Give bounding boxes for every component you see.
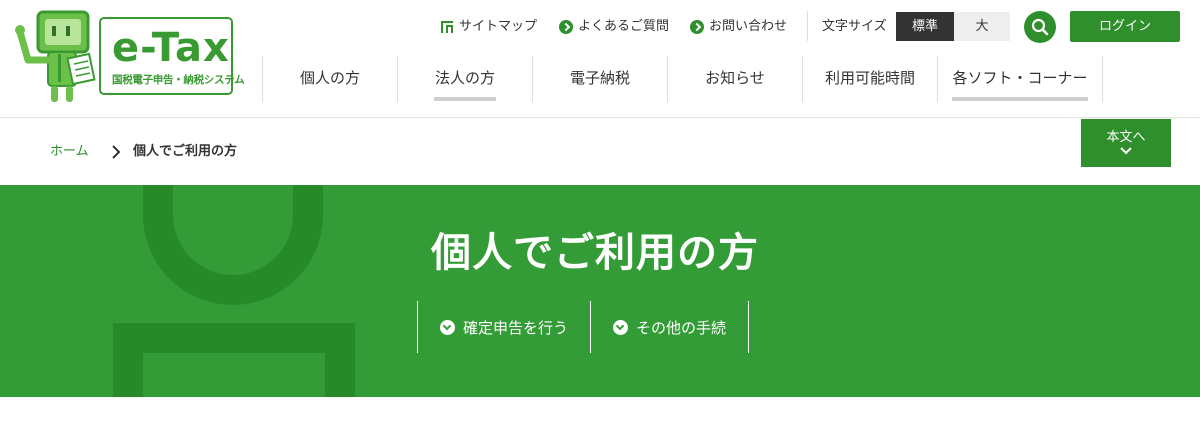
nav-individual[interactable]: 個人の方 (262, 56, 397, 102)
divider (807, 11, 808, 41)
nav-label: 電子納税 (569, 69, 630, 87)
font-size-large-button[interactable]: 大 (954, 12, 1010, 41)
global-nav: 個人の方 法人の方 電子納税 お知らせ 利用可能時間 各ソフト・コーナー (262, 56, 1200, 102)
hero-banner: 個人でご利用の方 確定申告を行う その他の手続 (0, 185, 1200, 397)
nav-label: 各ソフト・コーナー (952, 69, 1088, 87)
hero-anchor-links: 確定申告を行う その他の手続 (417, 301, 750, 353)
arrow-circle-icon (559, 20, 573, 34)
login-button[interactable]: ログイン (1070, 11, 1180, 42)
faq-link[interactable]: よくあるご質問 (559, 17, 669, 37)
font-size-standard-button[interactable]: 標準 (896, 12, 954, 41)
contact-link[interactable]: お問い合わせ (690, 17, 787, 37)
sitemap-link[interactable]: サイトマップ (440, 17, 537, 37)
nav-corporate[interactable]: 法人の方 (397, 56, 532, 102)
logo-subtitle: 国税電子申告・納税システム (112, 74, 245, 86)
person-silhouette-decoration (113, 185, 355, 397)
breadcrumb-home[interactable]: ホーム (50, 143, 89, 161)
search-button[interactable] (1024, 11, 1056, 43)
nav-label: 個人の方 (299, 69, 360, 87)
nav-software-corner[interactable]: 各ソフト・コーナー (937, 56, 1103, 102)
chevron-down-circle-icon (613, 319, 629, 335)
etax-logo[interactable]: e-Tax 国税電子申告・納税システム (14, 8, 245, 106)
utility-bar: サイトマップ よくあるご質問 お問い合わせ 文字サイズ 標準 大 ログイン (420, 11, 1200, 43)
breadcrumb: ホーム 個人でご利用の方 本文へ (0, 119, 1200, 185)
nav-label: 利用可能時間 (824, 69, 915, 87)
chevron-down-circle-icon (440, 319, 455, 335)
skip-to-content-button[interactable]: 本文へ (1081, 119, 1171, 167)
skip-label: 本文へ (1106, 130, 1146, 145)
nav-underline (952, 97, 1088, 101)
anchor-link-label: 確定申告を行う (463, 318, 569, 337)
anchor-link-label: その他の手続 (636, 318, 727, 337)
breadcrumb-current: 個人でご利用の方 (133, 144, 238, 159)
nav-label: お知らせ (705, 69, 765, 87)
sitemap-label: サイトマップ (459, 19, 538, 34)
search-icon (1031, 18, 1049, 36)
nav-label: 法人の方 (434, 69, 495, 87)
contact-label: お問い合わせ (709, 19, 788, 34)
anchor-link-other-procedures[interactable]: その他の手続 (590, 301, 750, 353)
nav-service-hours[interactable]: 利用可能時間 (802, 56, 937, 102)
logo-title: e-Tax (112, 25, 230, 71)
anchor-link-tax-return[interactable]: 確定申告を行う (417, 301, 590, 353)
font-size-label: 文字サイズ (822, 19, 887, 34)
sitemap-icon (441, 21, 453, 33)
page-title: 個人でご利用の方 (431, 230, 759, 276)
site-header: e-Tax 国税電子申告・納税システム サイトマップ よくあるご質問 お問い合わ… (0, 0, 1200, 118)
chevron-down-icon (1120, 147, 1132, 155)
nav-underline (434, 97, 496, 101)
nav-e-payment[interactable]: 電子納税 (532, 56, 667, 102)
chevron-right-icon (112, 145, 121, 159)
faq-label: よくあるご質問 (578, 19, 670, 34)
arrow-circle-icon (690, 20, 704, 34)
nav-news[interactable]: お知らせ (667, 56, 802, 102)
